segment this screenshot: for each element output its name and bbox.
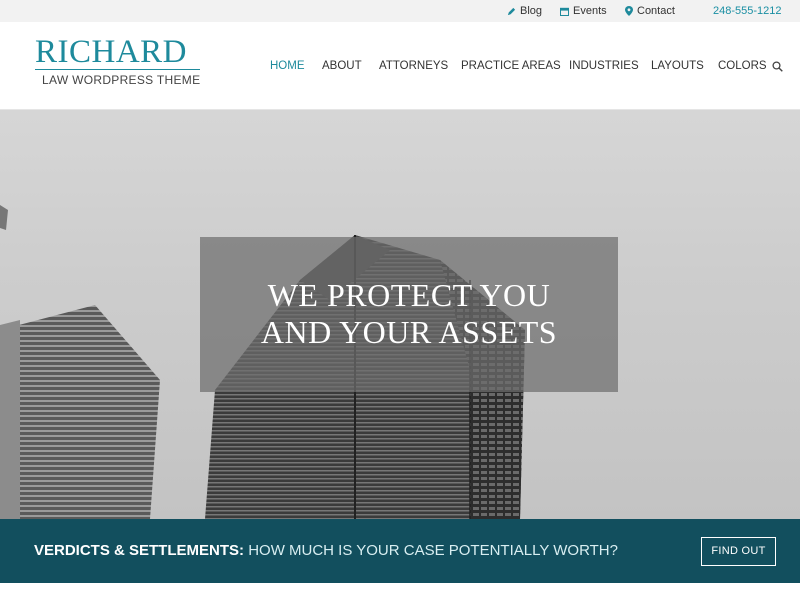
find-out-button[interactable]: FIND OUT (701, 537, 776, 566)
nav-item-industries[interactable]: INDUSTRIES (569, 58, 639, 74)
search-icon (772, 61, 783, 72)
banner-text: VERDICTS & SETTLEMENTS: HOW MUCH IS YOUR… (34, 541, 618, 561)
phone-link[interactable]: 248-555-1212 (713, 0, 782, 22)
hero-headline-line-1: WE PROTECT YOU (267, 277, 551, 313)
blog-link-label: Blog (520, 5, 543, 17)
banner-heading: VERDICTS & SETTLEMENTS: (34, 542, 245, 559)
nav-item-colors[interactable]: COLORS (718, 58, 767, 74)
verdicts-banner: VERDICTS & SETTLEMENTS: HOW MUCH IS YOUR… (0, 519, 800, 583)
events-link[interactable]: Events (560, 0, 607, 22)
page-bottom-area (0, 583, 800, 600)
nav-item-practice-areas[interactable]: PRACTICE AREAS (461, 58, 561, 74)
logo-subtitle: LAW WORDPRESS THEME (42, 73, 201, 87)
map-pin-icon (625, 6, 633, 16)
hero-section: WE PROTECT YOU AND YOUR ASSETS (0, 110, 800, 519)
hero-headline-line-2: AND YOUR ASSETS (260, 314, 558, 350)
calendar-icon (560, 7, 569, 16)
site-header: RICHARD LAW WORDPRESS THEME HOME ABOUT A… (0, 22, 800, 110)
nav-item-attorneys[interactable]: ATTORNEYS (379, 58, 448, 74)
top-utility-bar: Blog Events Contact 248-555-1212 (0, 0, 800, 22)
search-button[interactable] (772, 59, 783, 77)
nav-item-layouts[interactable]: LAYOUTS (651, 58, 704, 74)
blog-link[interactable]: Blog (507, 0, 542, 22)
logo-title[interactable]: RICHARD (35, 34, 187, 70)
events-link-label: Events (573, 5, 607, 17)
nav-item-about[interactable]: ABOUT (322, 58, 362, 74)
logo-divider (35, 69, 200, 70)
contact-link[interactable]: Contact (625, 0, 675, 22)
contact-link-label: Contact (637, 5, 675, 17)
pencil-icon (507, 7, 516, 15)
hero-headline-box: WE PROTECT YOU AND YOUR ASSETS (200, 237, 618, 392)
nav-item-home[interactable]: HOME (270, 58, 305, 74)
banner-tagline: HOW MUCH IS YOUR CASE POTENTIALLY WORTH? (248, 542, 618, 559)
